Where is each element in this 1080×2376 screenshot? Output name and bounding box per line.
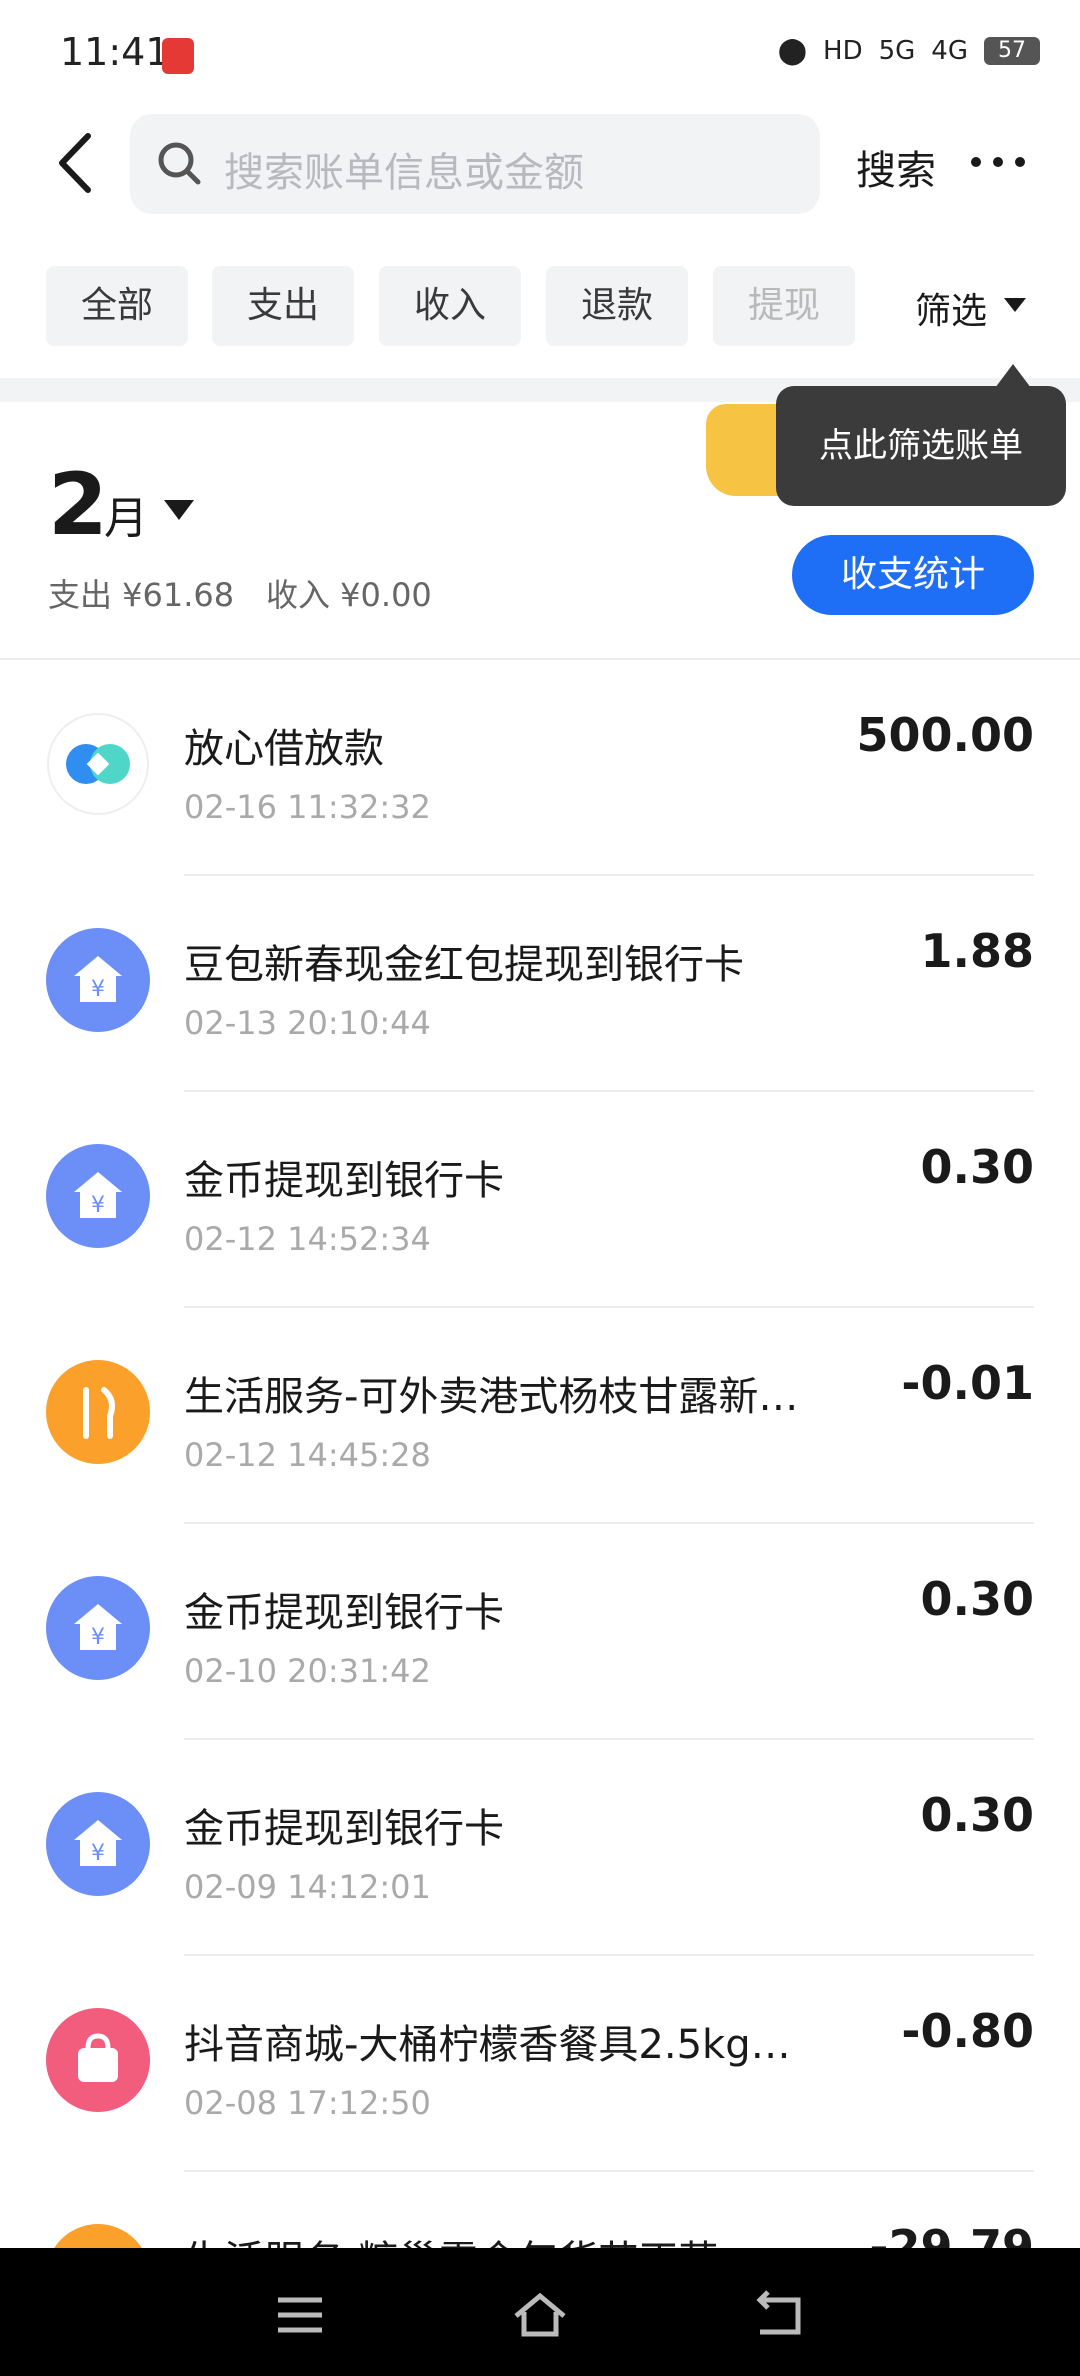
month-dropdown-icon[interactable] — [164, 500, 194, 520]
signal-5g-icon: 5G — [878, 36, 916, 66]
battery-icon: 57 — [984, 37, 1040, 65]
more-button[interactable] — [968, 142, 1028, 182]
status-time: 11:41 — [60, 30, 170, 74]
transaction-date: 02-09 14:12:01 — [184, 1868, 431, 1906]
food-icon — [46, 1360, 150, 1464]
hd-icon: HD — [823, 36, 863, 66]
app-notification-icon — [162, 38, 194, 74]
transaction-row[interactable]: 生活服务-糖巢零食年货节正营…-29.79 — [0, 2172, 1080, 2248]
transaction-row[interactable]: 生活服务-可外卖港式杨枝甘露新… 02-12 14:45:28 -0.01 — [0, 1308, 1080, 1524]
transaction-title: 金币提现到银行卡 — [184, 1590, 504, 1636]
search-placeholder: 搜索账单信息或金额 — [224, 150, 584, 196]
svg-text:¥: ¥ — [91, 1193, 105, 1218]
transaction-row[interactable]: ¥ 金币提现到银行卡 02-10 20:31:42 0.30 — [0, 1524, 1080, 1740]
transaction-date: 02-12 14:52:34 — [184, 1220, 431, 1258]
status-icons: ⬤ HD 5G 4G 57 — [778, 36, 1040, 66]
tab-expense[interactable]: 支出 — [212, 266, 354, 346]
transaction-row[interactable]: 抖音商城-大桶柠檬香餐具2.5kg… 02-08 17:12:50 -0.80 — [0, 1956, 1080, 2172]
transaction-amount: 0.30 — [920, 1788, 1035, 1842]
tooltip-arrow — [995, 364, 1031, 388]
month-unit[interactable]: 月 — [104, 482, 148, 546]
svg-text:¥: ¥ — [91, 977, 105, 1002]
transaction-date: 02-10 20:31:42 — [184, 1652, 431, 1690]
withdraw-icon: ¥ — [46, 928, 150, 1032]
transaction-amount: -0.01 — [901, 1356, 1034, 1410]
withdraw-icon: ¥ — [46, 1792, 150, 1896]
filter-tooltip[interactable]: 点此筛选账单 — [776, 386, 1066, 506]
transaction-title: 抖音商城-大桶柠檬香餐具2.5kg… — [184, 2022, 791, 2068]
search-icon — [158, 142, 201, 185]
transaction-amount: -29.79 — [869, 2220, 1034, 2248]
transaction-row[interactable]: ¥ 金币提现到银行卡 02-09 14:12:01 0.30 — [0, 1740, 1080, 1956]
transaction-amount: 500.00 — [856, 708, 1034, 762]
transaction-date: 02-12 14:45:28 — [184, 1436, 431, 1474]
location-icon: ⬤ — [777, 36, 808, 66]
signal-4g-icon: 4G — [931, 36, 968, 66]
back-button[interactable] — [48, 128, 108, 198]
transaction-amount: 0.30 — [920, 1572, 1035, 1626]
food-icon — [46, 2224, 150, 2248]
transaction-title: 生活服务-可外卖港式杨枝甘露新… — [184, 1374, 799, 1420]
transaction-amount: 1.88 — [920, 924, 1035, 978]
transaction-date: 02-13 20:10:44 — [184, 1004, 431, 1042]
transaction-row[interactable]: ¥ 金币提现到银行卡 02-12 14:52:34 0.30 — [0, 1092, 1080, 1308]
loan-logo-icon — [46, 712, 150, 816]
withdraw-icon: ¥ — [46, 1576, 150, 1680]
stats-button[interactable]: 收支统计 — [792, 535, 1034, 615]
back-arrow-icon — [59, 133, 91, 193]
transaction-row[interactable]: 放心借放款 02-16 11:32:32 500.00 — [0, 660, 1080, 876]
more-dots-icon — [971, 157, 1025, 167]
shopping-bag-icon — [46, 2008, 150, 2112]
transaction-row[interactable]: ¥ 豆包新春现金红包提现到银行卡 02-13 20:10:44 1.88 — [0, 876, 1080, 1092]
filter-button[interactable]: 筛选 — [915, 282, 987, 334]
total-income: 收入 ¥0.00 — [266, 576, 432, 614]
transaction-title: 放心借放款 — [184, 726, 384, 772]
transaction-amount: 0.30 — [920, 1140, 1035, 1194]
transaction-amount: -0.80 — [901, 2004, 1034, 2058]
home-icon[interactable] — [510, 2290, 570, 2340]
transaction-title: 金币提现到银行卡 — [184, 1158, 504, 1204]
tab-income[interactable]: 收入 — [379, 266, 521, 346]
total-spend: 支出 ¥61.68 — [48, 576, 235, 614]
tab-withdraw[interactable]: 提现 — [713, 266, 855, 346]
svg-text:¥: ¥ — [91, 1841, 105, 1866]
month-number[interactable]: 2 — [48, 455, 108, 555]
transaction-title: 生活服务-糖巢零食年货节正营… — [184, 2228, 864, 2248]
back-nav-icon[interactable] — [750, 2290, 810, 2340]
tab-refund[interactable]: 退款 — [546, 266, 688, 346]
caret-down-icon — [1004, 298, 1026, 312]
withdraw-icon: ¥ — [46, 1144, 150, 1248]
menu-icon[interactable] — [270, 2290, 330, 2340]
transaction-title: 金币提现到银行卡 — [184, 1806, 504, 1852]
svg-text:¥: ¥ — [91, 1625, 105, 1650]
transaction-title: 豆包新春现金红包提现到银行卡 — [184, 942, 744, 988]
search-button[interactable]: 搜索 — [856, 138, 936, 196]
transaction-date: 02-16 11:32:32 — [184, 788, 431, 826]
transaction-date: 02-08 17:12:50 — [184, 2084, 431, 2122]
tab-all[interactable]: 全部 — [46, 266, 188, 346]
transaction-list: 放心借放款 02-16 11:32:32 500.00 ¥ 豆包新春现金红包提现到银行卡… — [0, 660, 1080, 2248]
search-input[interactable]: 搜索账单信息或金额 — [130, 114, 820, 214]
